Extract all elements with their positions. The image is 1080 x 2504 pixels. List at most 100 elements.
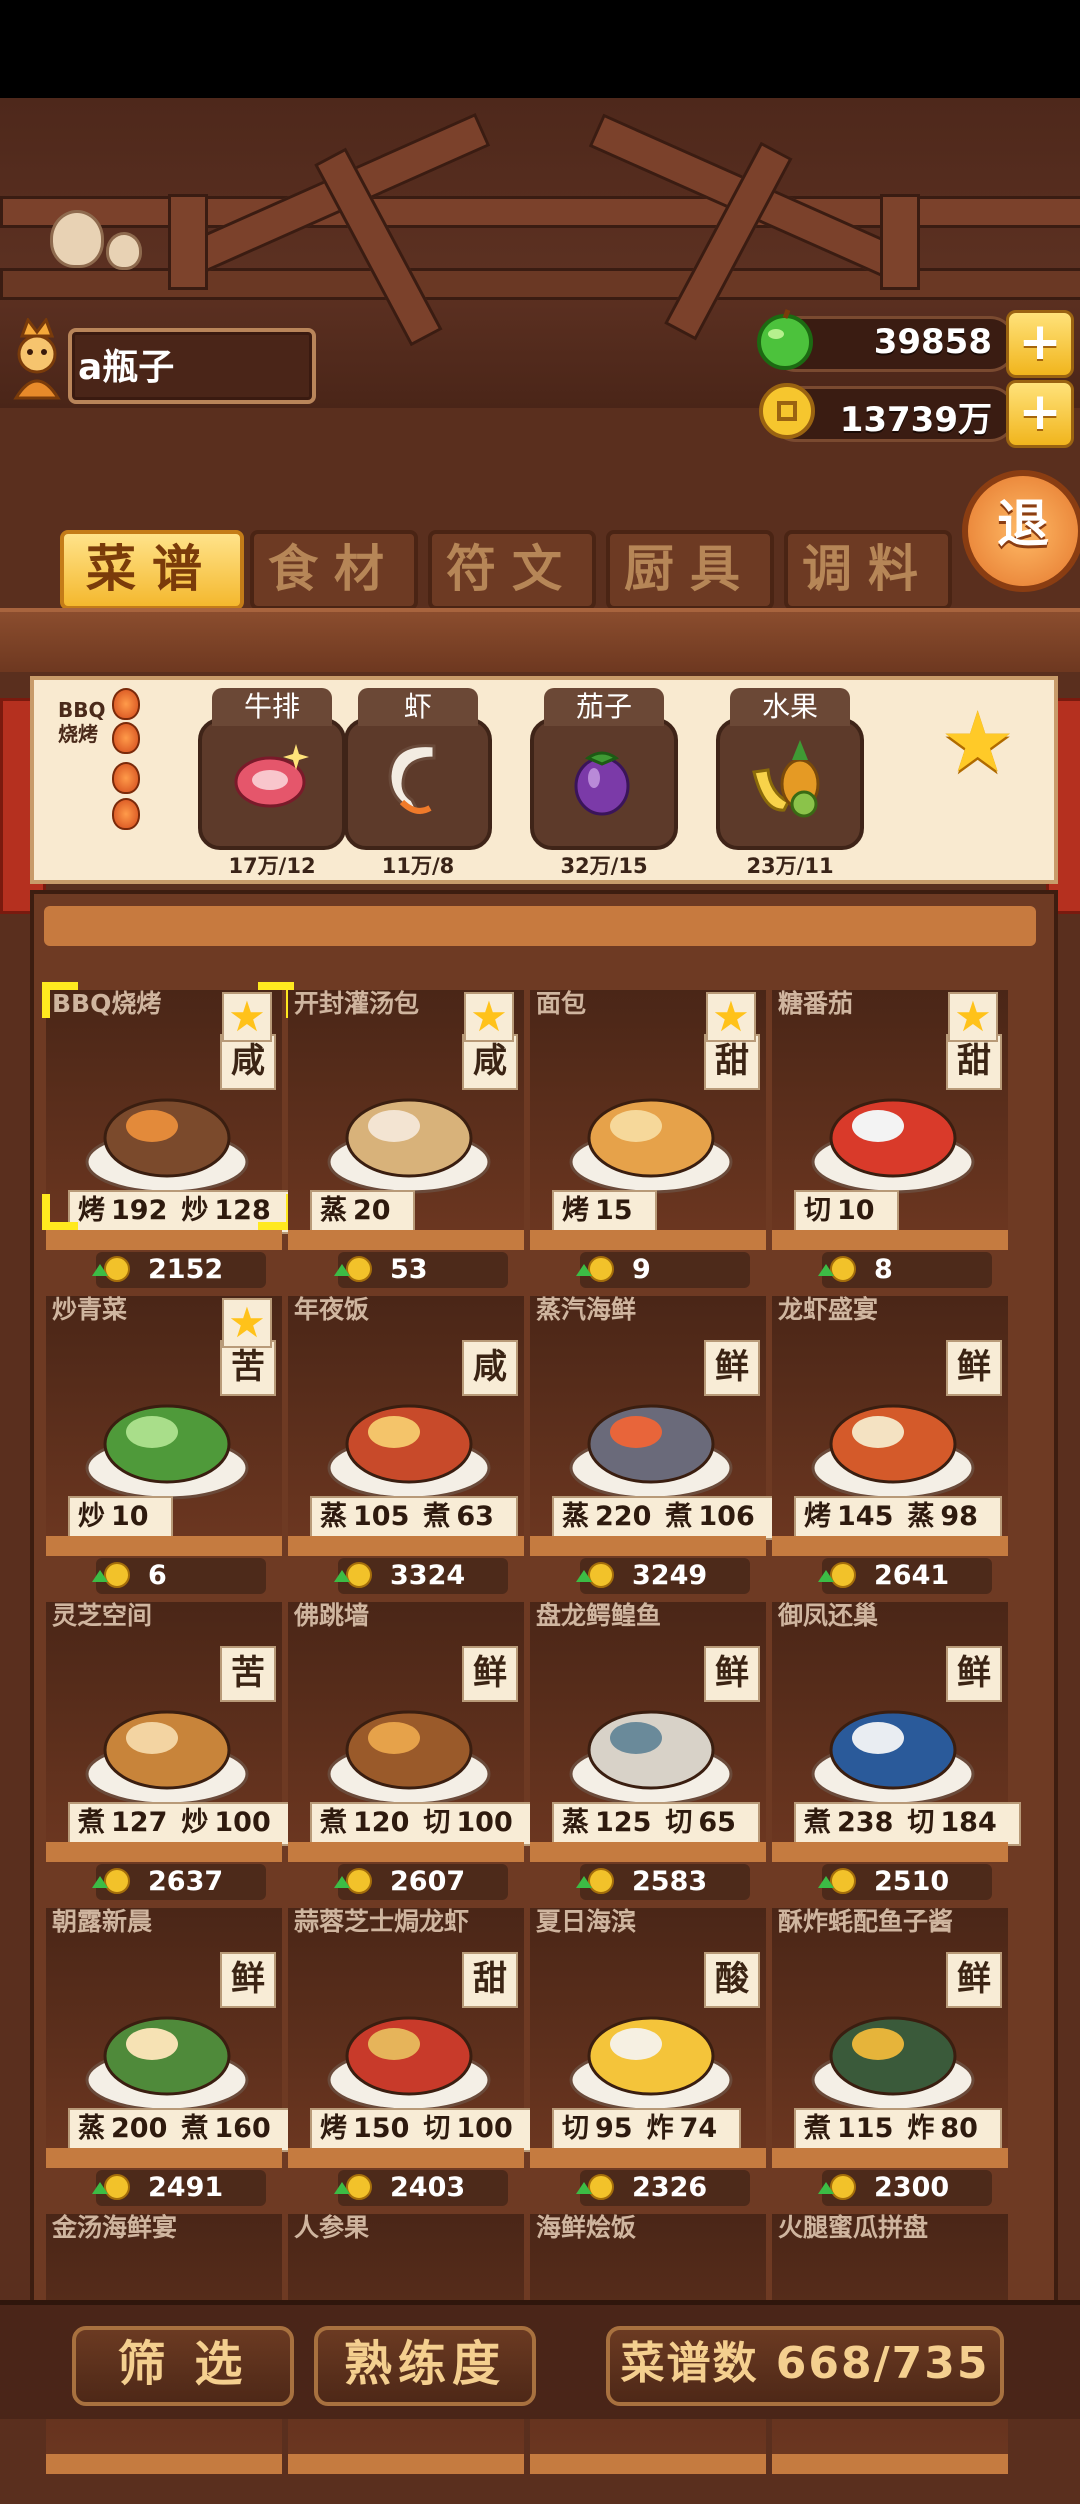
recipe-price: 2641 bbox=[818, 1558, 992, 1594]
skill-value: 65 bbox=[698, 1807, 736, 1838]
skill-value: 100 bbox=[456, 1807, 513, 1838]
taste-badge: 甜 bbox=[462, 1952, 518, 2008]
dish-icon bbox=[327, 2016, 491, 2112]
tab-recipes[interactable]: 菜谱 bbox=[60, 530, 244, 610]
skill-requirements: 蒸 220 煮 106 bbox=[552, 1496, 779, 1540]
skill-type: 煮 bbox=[665, 1501, 693, 1532]
tab-seasonings[interactable]: 调料 bbox=[784, 530, 952, 610]
recipe-card[interactable]: 夏日海滨酸切 95 炸 74 2326 bbox=[530, 1908, 766, 2206]
skill-value: 115 bbox=[837, 2113, 894, 2144]
skill-type: 煮 bbox=[78, 1807, 105, 1838]
skill-requirements: 蒸 125 切 65 bbox=[552, 1802, 760, 1846]
recipe-card[interactable]: 盘龙鳄鳇鱼鲜蒸 125 切 65 2583 bbox=[530, 1602, 766, 1900]
player-name: a瓶子 bbox=[78, 347, 175, 388]
recipe-card[interactable]: 龙虾盛宴鲜烤 145 蒸 98 2641 bbox=[772, 1296, 1008, 1594]
skill-type: 炒 bbox=[181, 1807, 209, 1838]
recipe-card[interactable]: 面包甜 ★ 烤 15 9 bbox=[530, 990, 766, 1288]
taste-badge: 咸 bbox=[220, 1034, 276, 1090]
recipe-card[interactable]: 蒸汽海鲜鲜蒸 220 煮 106 3249 bbox=[530, 1296, 779, 1594]
recipe-card[interactable]: 炒青菜苦 ★ 炒 10 6 bbox=[46, 1296, 282, 1594]
exit-button[interactable]: 退 bbox=[962, 470, 1080, 592]
price-up-coin-icon bbox=[818, 1868, 856, 1894]
ingredient-count: 11万/8 bbox=[381, 854, 455, 878]
skill-requirements: 蒸 20 bbox=[310, 1190, 415, 1234]
add-gems-button[interactable]: + bbox=[1006, 310, 1074, 378]
chef-avatar-icon[interactable] bbox=[6, 318, 68, 400]
dish-icon bbox=[327, 1098, 491, 1194]
price-up-coin-icon bbox=[576, 1256, 614, 1282]
card-shelf bbox=[530, 1536, 766, 1556]
shelf-plank bbox=[0, 608, 1080, 672]
price-up-coin-icon bbox=[92, 2174, 130, 2200]
card-shelf bbox=[288, 2148, 524, 2168]
star-icon: ★ bbox=[222, 1298, 272, 1348]
skill-value: 192 bbox=[111, 1195, 168, 1226]
skill-value: 100 bbox=[214, 1807, 271, 1838]
taste-badge: 咸 bbox=[462, 1340, 518, 1396]
skill-value: 160 bbox=[214, 2113, 271, 2144]
recipe-card[interactable]: 灵芝空间苦煮 127 炒 100 2637 bbox=[46, 1602, 295, 1900]
card-shelf bbox=[46, 2148, 282, 2168]
recipe-name: 朝露新晨 bbox=[52, 1907, 153, 1936]
skill-value: 15 bbox=[595, 1195, 633, 1226]
skill-value: 220 bbox=[595, 1501, 652, 1532]
skill-type: 切 bbox=[665, 1807, 693, 1838]
card-shelf bbox=[288, 1842, 524, 1862]
skill-type: 炒 bbox=[181, 1195, 209, 1226]
dish-icon bbox=[811, 1098, 975, 1194]
skill-requirements: 煮 238 切 184 bbox=[794, 1802, 1021, 1846]
skill-value: 105 bbox=[353, 1501, 410, 1532]
price-value: 2607 bbox=[390, 1866, 466, 1897]
recipe-card[interactable]: BBQ烧烤咸 ★ 烤 192 炒 128 2152 bbox=[46, 990, 295, 1288]
skill-type: 煮 bbox=[423, 1501, 451, 1532]
recipe-price: 2326 bbox=[576, 2170, 750, 2206]
price-value: 2637 bbox=[148, 1866, 224, 1897]
skill-value: 80 bbox=[940, 2113, 978, 2144]
recipe-price: 2300 bbox=[818, 2170, 992, 2206]
skill-type: 蒸 bbox=[78, 2113, 105, 2144]
price-up-coin-icon bbox=[92, 1256, 130, 1282]
dish-icon bbox=[327, 1710, 491, 1806]
proficiency-button[interactable]: 熟练度 bbox=[314, 2326, 536, 2406]
recipe-price: 2607 bbox=[334, 1864, 508, 1900]
taste-badge: 苦 bbox=[220, 1646, 276, 1702]
card-shelf bbox=[530, 2148, 766, 2168]
taste-badge: 甜 bbox=[946, 1034, 1002, 1090]
skill-type: 切 bbox=[423, 2113, 451, 2144]
recipe-card[interactable]: 糖番茄甜 ★ 切 10 8 bbox=[772, 990, 1008, 1288]
skill-type: 蒸 bbox=[562, 1807, 589, 1838]
steak-icon bbox=[234, 744, 309, 808]
tab-utensils[interactable]: 厨具 bbox=[606, 530, 774, 610]
filter-button[interactable]: 筛 选 bbox=[72, 2326, 294, 2406]
selection-corner bbox=[42, 1194, 50, 1230]
recipe-card[interactable]: 佛跳墙鲜煮 120 切 100 2607 bbox=[288, 1602, 537, 1900]
card-shelf bbox=[288, 1536, 524, 1556]
recipe-price: 53 bbox=[334, 1252, 508, 1288]
skill-type: 煮 bbox=[181, 2113, 209, 2144]
skill-requirements: 烤 145 蒸 98 bbox=[794, 1496, 1002, 1540]
recipe-price: 2152 bbox=[92, 1252, 266, 1288]
recipe-card[interactable]: 酥炸蚝配鱼子酱鲜煮 115 炸 80 2300 bbox=[772, 1908, 1008, 2206]
tab-ingredients[interactable]: 食材 bbox=[250, 530, 418, 610]
taste-badge: 鲜 bbox=[946, 1340, 1002, 1396]
dish-icon bbox=[569, 1098, 733, 1194]
recipe-card[interactable]: 朝露新晨鲜蒸 200 煮 160 2491 bbox=[46, 1907, 295, 2206]
add-coins-button[interactable]: + bbox=[1006, 380, 1074, 448]
status-bar bbox=[0, 0, 1080, 98]
recipe-card[interactable]: 御凤还巢鲜煮 238 切 184 2510 bbox=[772, 1602, 1021, 1900]
shelf-lip bbox=[44, 906, 1036, 946]
taste-badge: 鲜 bbox=[220, 1952, 276, 2008]
favorite-star-icon[interactable]: ★ bbox=[940, 700, 1015, 784]
recipe-card[interactable]: 年夜饭咸蒸 105 煮 63 3324 bbox=[288, 1296, 524, 1594]
tab-runes[interactable]: 符文 bbox=[428, 530, 596, 610]
recipe-card[interactable]: 开封灌汤包咸 ★ 蒸 20 53 bbox=[288, 990, 524, 1288]
recipe-card[interactable]: 蒜蓉芝士焗龙虾甜烤 150 切 100 2403 bbox=[288, 1908, 537, 2206]
skill-requirements: 炒 10 bbox=[68, 1496, 173, 1540]
card-shelf bbox=[530, 1230, 766, 1250]
price-up-coin-icon bbox=[334, 1868, 372, 1894]
skill-type: 煮 bbox=[804, 1807, 831, 1838]
fire-level-icon bbox=[112, 762, 140, 794]
card-shelf bbox=[772, 2454, 1008, 2474]
recipe-price: 3324 bbox=[334, 1558, 508, 1594]
ingredient-name: 茄子 bbox=[544, 688, 664, 726]
